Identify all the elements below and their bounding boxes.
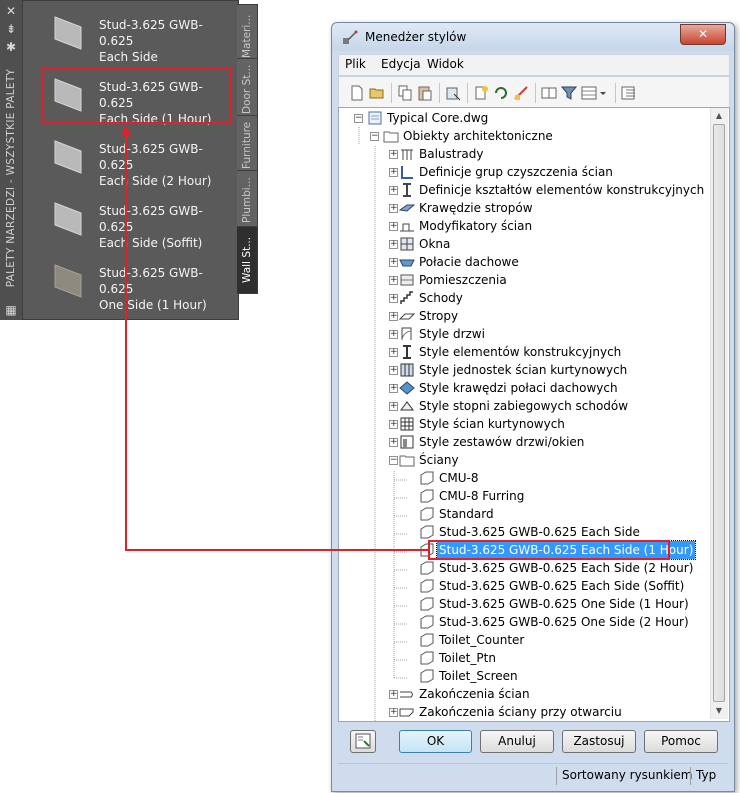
- callout-connector: [121, 125, 428, 551]
